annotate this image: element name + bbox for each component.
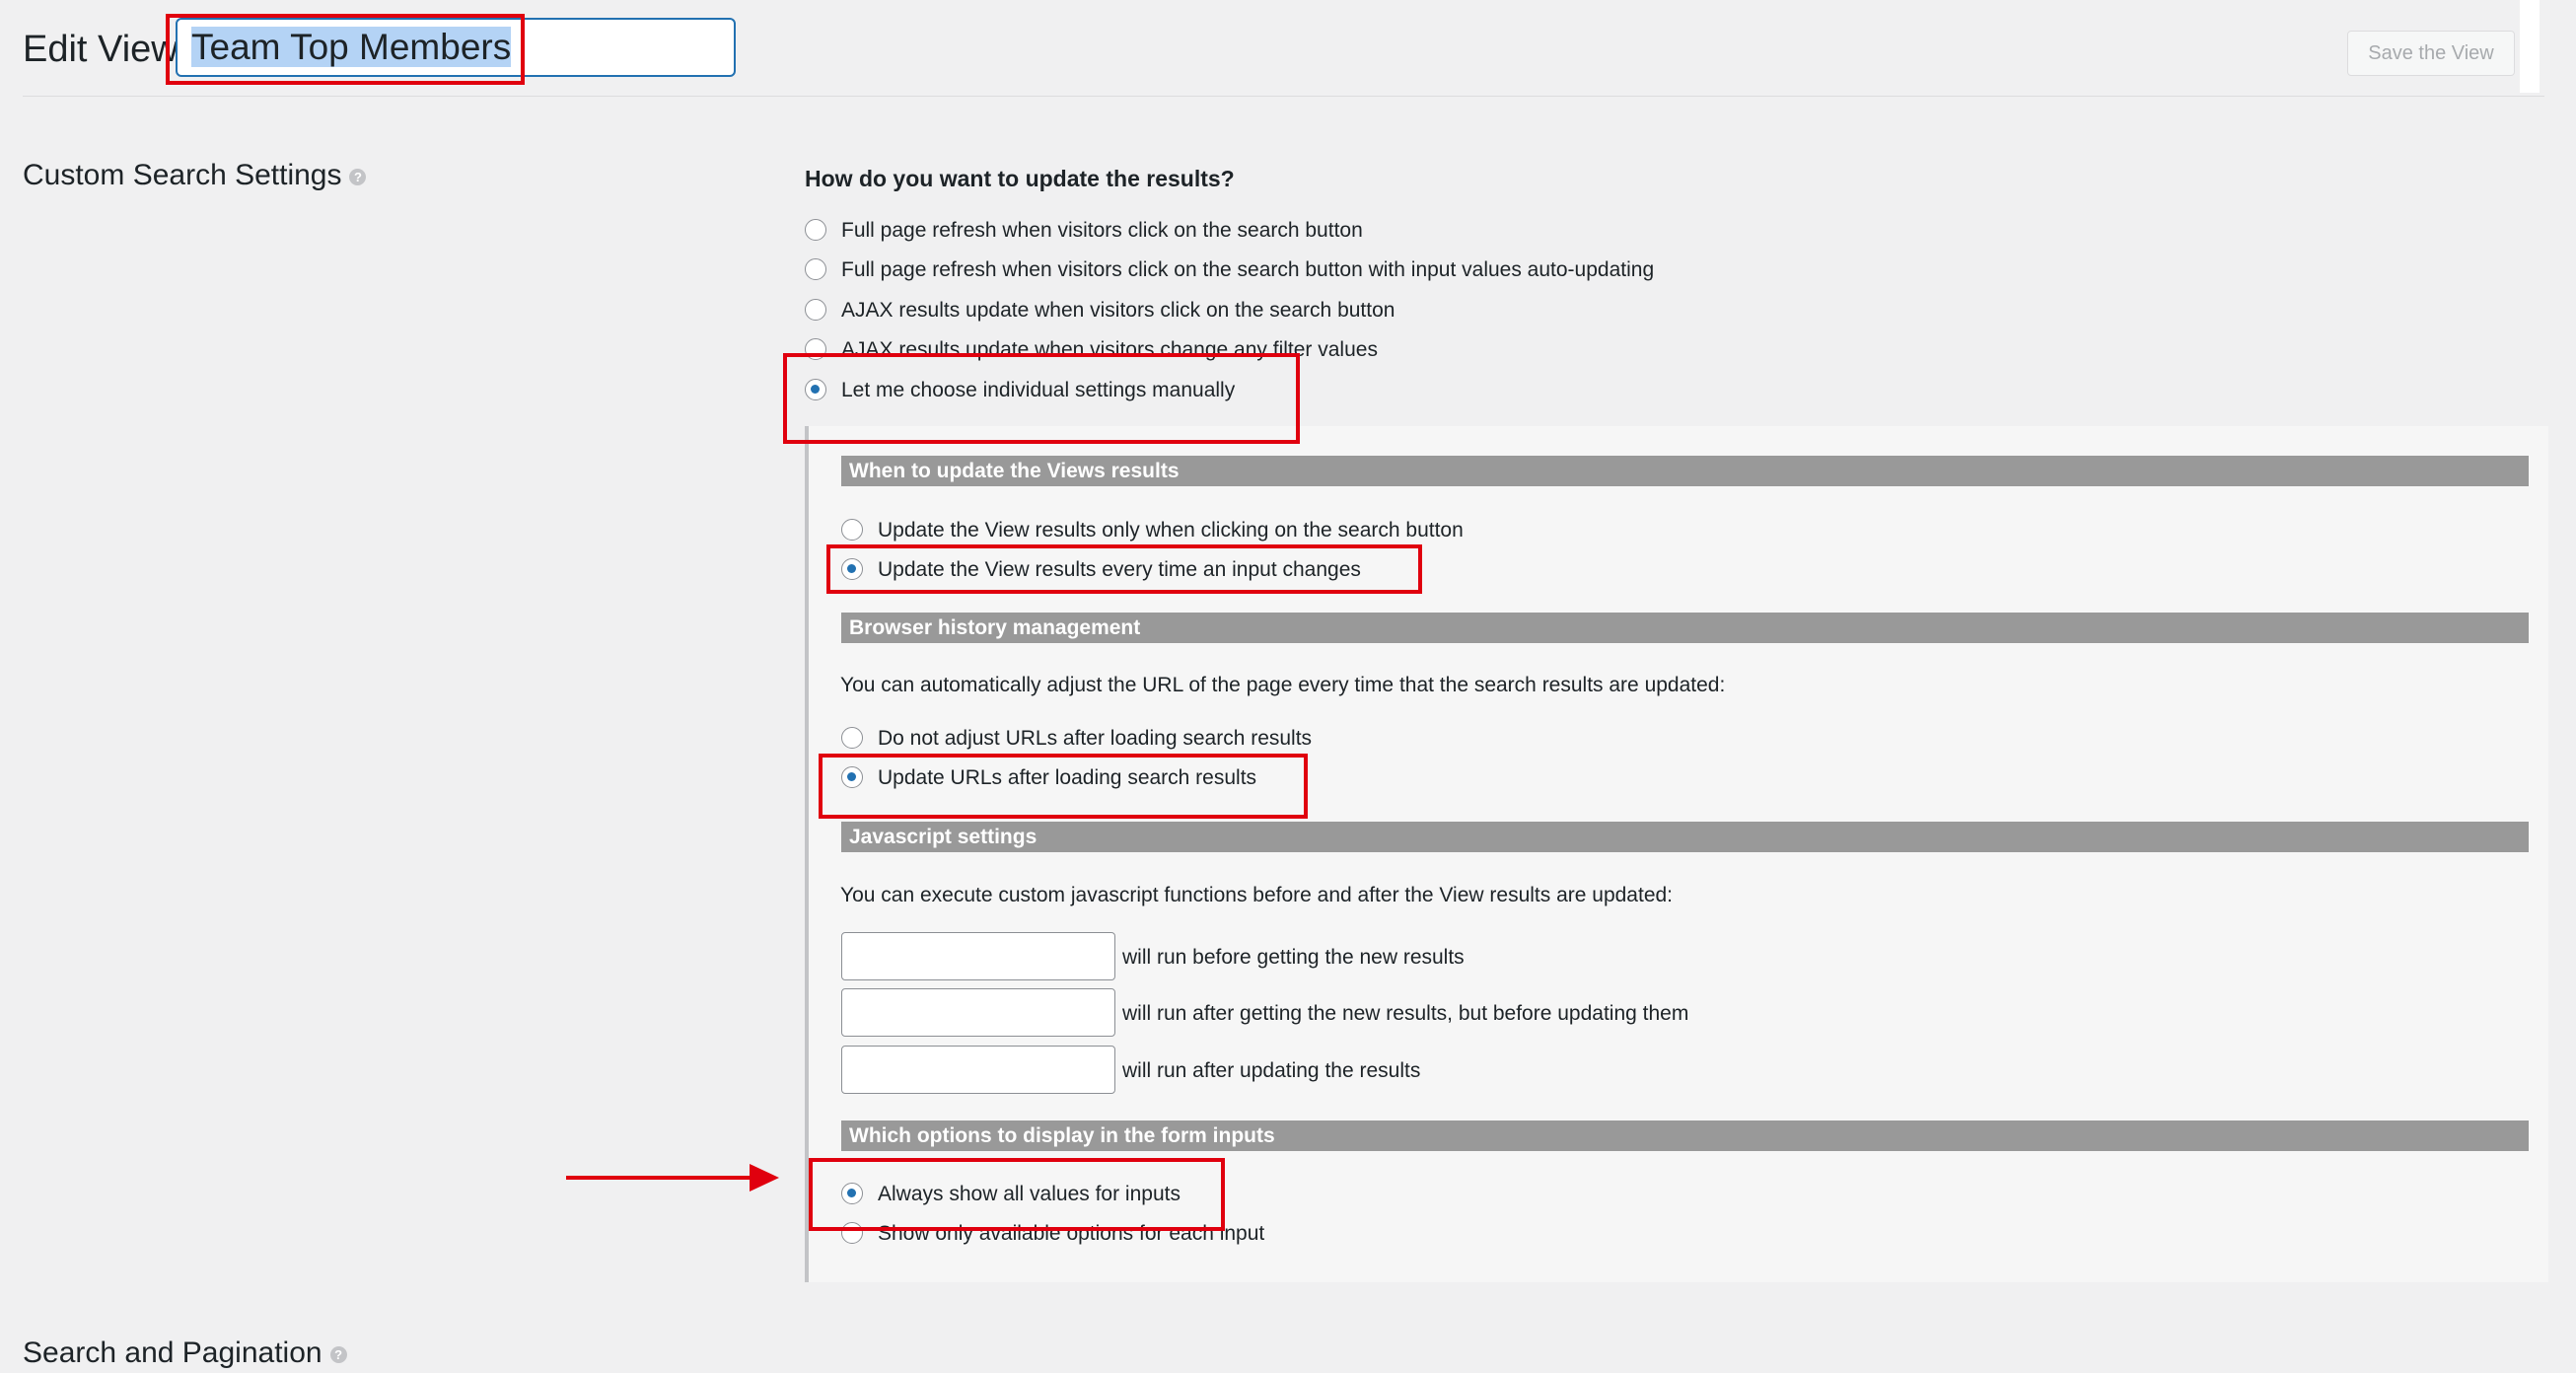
javascript-description: You can execute custom javascript functi… <box>840 884 1674 906</box>
form-inputs-bar: Which options to display in the form inp… <box>841 1120 2529 1151</box>
radio-button[interactable] <box>805 258 826 280</box>
js-after-update-label: will run after updating the results <box>1122 1059 1421 1082</box>
when-update-bar: When to update the Views results <box>841 456 2529 486</box>
browser-history-bar: Browser history management <box>841 613 2529 643</box>
js-after-before-update-input[interactable] <box>841 988 1115 1037</box>
radio-button-selected[interactable] <box>805 379 826 400</box>
option-label: Do not adjust URLs after loading search … <box>878 727 1313 750</box>
js-before-label: will run before getting the new results <box>1122 946 1465 969</box>
header-side-strip <box>2520 0 2540 93</box>
option-label: Update URLs after loading search results <box>878 766 1257 789</box>
search-pagination-section-title: Search and Pagination? <box>23 1334 347 1373</box>
option-label: Update the View results only when clicki… <box>878 519 1464 542</box>
help-icon[interactable]: ? <box>329 1345 347 1363</box>
radio-button-selected[interactable] <box>841 558 863 580</box>
option-label: Update the View results every time an in… <box>878 558 1361 581</box>
radio-button[interactable] <box>805 299 826 321</box>
option-label: AJAX results update when visitors click … <box>841 299 1395 322</box>
help-icon[interactable]: ? <box>349 168 367 185</box>
js-after-before-update-label: will run after getting the new results, … <box>1122 1002 1689 1025</box>
custom-search-title-text: Custom Search Settings <box>23 159 342 191</box>
javascript-settings-bar: Javascript settings <box>841 822 2529 852</box>
custom-search-section-title: Custom Search Settings? <box>23 156 367 195</box>
view-name-input[interactable]: Team Top Members <box>176 18 736 77</box>
browser-history-description: You can automatically adjust the URL of … <box>840 674 1726 696</box>
update-question: How do you want to update the results? <box>805 166 1235 191</box>
radio-button-selected[interactable] <box>841 1183 863 1204</box>
search-pagination-title-text: Search and Pagination <box>23 1337 322 1369</box>
radio-button[interactable] <box>805 219 826 241</box>
js-before-input[interactable] <box>841 932 1115 980</box>
option-label: Full page refresh when visitors click on… <box>841 258 1655 281</box>
radio-button[interactable] <box>841 519 863 541</box>
radio-button[interactable] <box>841 727 863 749</box>
annotation-arrow-shaft <box>566 1176 763 1180</box>
save-view-button[interactable]: Save the View <box>2347 31 2515 76</box>
option-label: Always show all values for inputs <box>878 1183 1181 1205</box>
option-label: Let me choose individual settings manual… <box>841 379 1236 401</box>
annotation-arrow-head-icon <box>750 1164 779 1192</box>
header-divider <box>23 96 2544 97</box>
radio-button[interactable] <box>841 1222 863 1244</box>
option-label: AJAX results update when visitors change… <box>841 338 1378 361</box>
option-label: Full page refresh when visitors click on… <box>841 219 1363 242</box>
js-after-update-input[interactable] <box>841 1046 1115 1094</box>
page-title: Edit View <box>23 29 179 70</box>
option-label: Show only available options for each inp… <box>878 1222 1265 1245</box>
radio-button-selected[interactable] <box>841 766 863 788</box>
view-name-value: Team Top Members <box>191 27 512 67</box>
radio-button[interactable] <box>805 338 826 360</box>
